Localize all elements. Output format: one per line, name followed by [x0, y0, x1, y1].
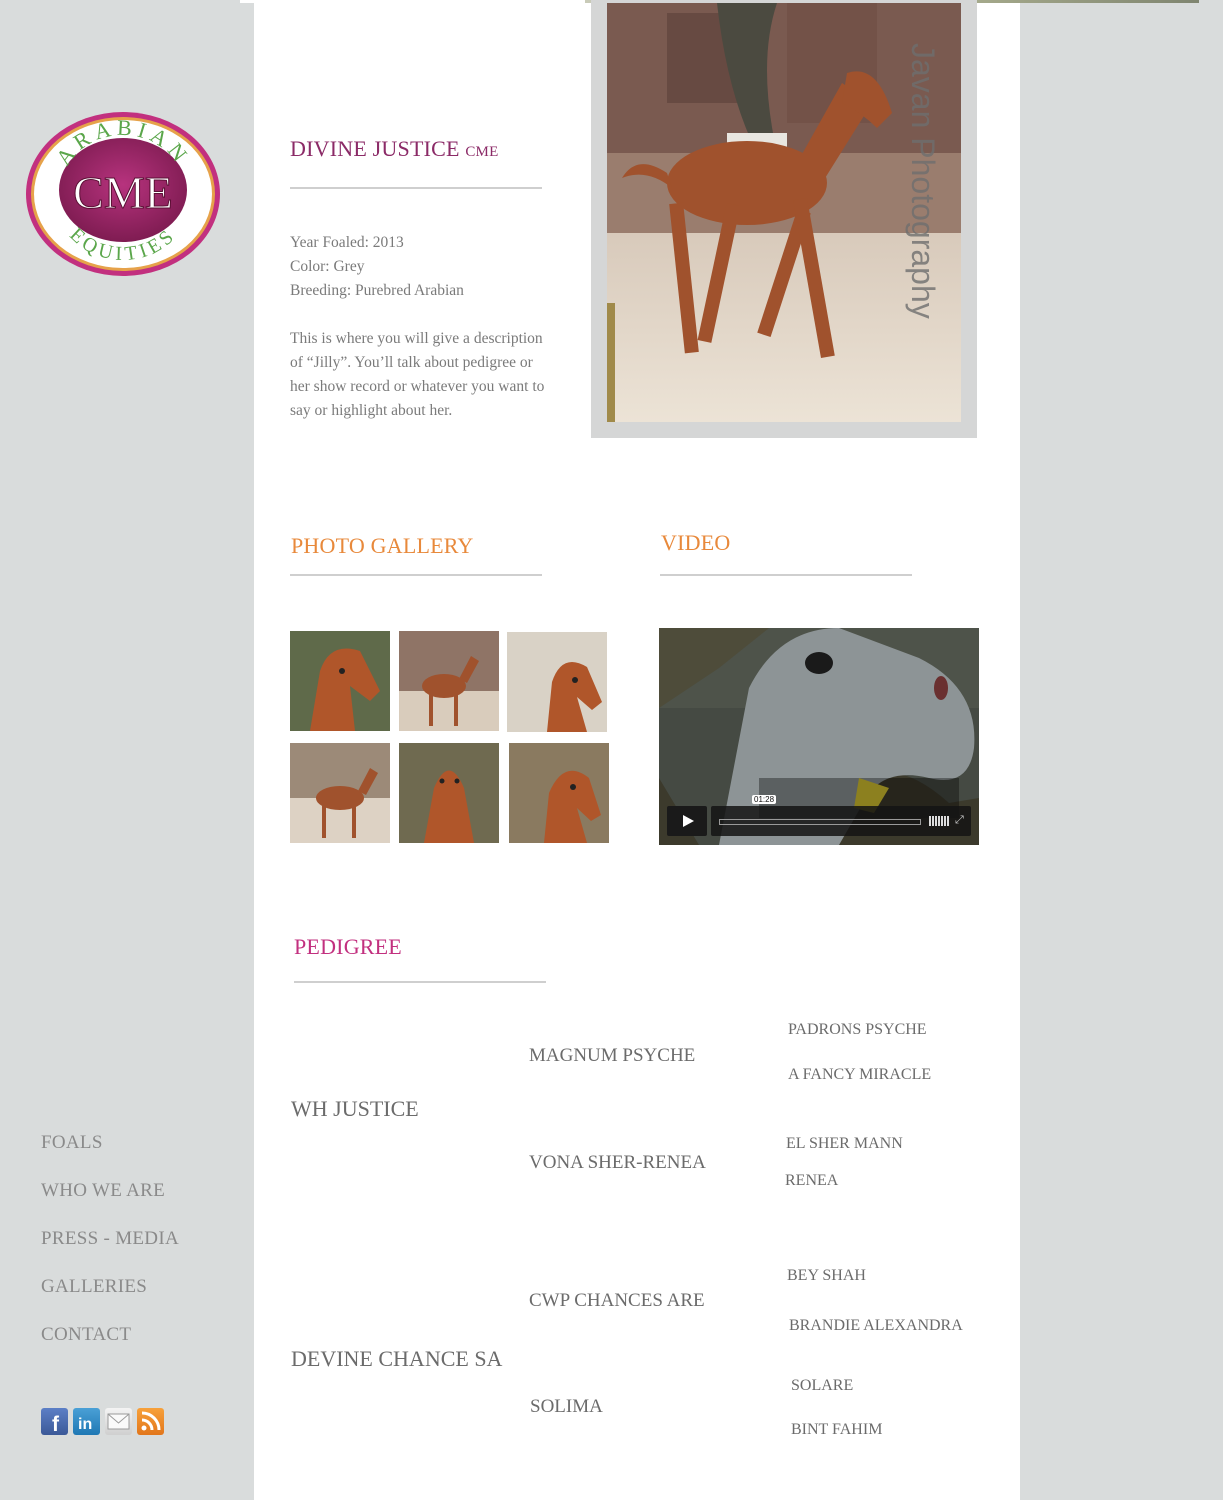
- pedigree-sd-dam: RENEA: [785, 1172, 839, 1189]
- horse-name: DIVINE JUSTICE: [290, 136, 460, 161]
- video-heading: VIDEO: [661, 530, 731, 555]
- svg-text:in: in: [78, 1416, 92, 1433]
- title-divider: [290, 187, 542, 189]
- horse-description: This is where you will give a descriptio…: [290, 330, 545, 419]
- horse-name-heading: DIVINE JUSTICE CME: [290, 136, 498, 162]
- gallery-thumb-3[interactable]: [507, 632, 607, 732]
- photo-gallery-heading: PHOTO GALLERY: [291, 533, 474, 558]
- pedigree-heading: PEDIGREE: [294, 934, 402, 959]
- gallery-thumb-4[interactable]: [290, 743, 390, 843]
- pedigree-sire: WH JUSTICE: [291, 1096, 419, 1121]
- logo-center-text: CME: [73, 167, 173, 218]
- cme-logo[interactable]: ARABIAN EQUITIES CME: [24, 108, 222, 278]
- nav-press-media[interactable]: PRESS - MEDIA: [41, 1228, 179, 1250]
- rss-icon[interactable]: [137, 1408, 164, 1435]
- pedigree-divider: [294, 981, 546, 983]
- gallery-thumb-6[interactable]: [509, 743, 609, 843]
- fullscreen-icon[interactable]: ⤢: [955, 814, 967, 826]
- pedigree-sire-dam: VONA SHER-RENEA: [529, 1152, 706, 1173]
- photo-watermark: Javan Photography: [905, 43, 941, 319]
- horse-suffix: CME: [465, 144, 499, 160]
- pedigree-ss-sire: PADRONS PSYCHE: [788, 1021, 927, 1038]
- video-time: 01:28: [752, 795, 777, 804]
- linkedin-icon[interactable]: in: [73, 1408, 100, 1435]
- pedigree-dam-dam: SOLIMA: [530, 1396, 603, 1417]
- pedigree-dam-sire: CWP CHANCES ARE: [529, 1290, 705, 1311]
- gallery-thumb-2[interactable]: [399, 631, 499, 731]
- volume-icon[interactable]: [929, 816, 949, 826]
- horse-color: Color: Grey: [290, 258, 365, 275]
- pedigree-dd-sire: SOLARE: [791, 1377, 854, 1394]
- pedigree-ss-dam: A FANCY MIRACLE: [788, 1066, 932, 1083]
- facebook-icon[interactable]: f: [41, 1408, 68, 1436]
- play-button[interactable]: [667, 806, 707, 836]
- horse-breeding: Breeding: Purebred Arabian: [290, 282, 464, 299]
- email-icon[interactable]: [105, 1408, 132, 1435]
- video-divider: [660, 574, 912, 576]
- pedigree-ds-sire: BEY SHAH: [787, 1267, 866, 1284]
- gallery-thumb-5[interactable]: [399, 743, 499, 843]
- gallery-divider: [290, 574, 542, 576]
- video-controls: 01:28 ⤢: [667, 795, 971, 836]
- horse-info: Year Foaled: 2013 Color: Grey Breeding: …: [290, 231, 552, 303]
- top-strip: [240, 0, 585, 3]
- nav-foals[interactable]: FOALS: [41, 1132, 103, 1154]
- video-control-bar: 01:28 ⤢: [711, 795, 971, 836]
- year-foaled: Year Foaled: 2013: [290, 234, 404, 251]
- nav-galleries[interactable]: GALLERIES: [41, 1276, 147, 1298]
- gallery-thumb-1[interactable]: [290, 631, 390, 731]
- svg-text:f: f: [52, 1413, 60, 1435]
- pedigree-ds-dam: BRANDIE ALEXANDRA: [789, 1317, 963, 1334]
- pedigree-sire-sire: MAGNUM PSYCHE: [529, 1045, 696, 1066]
- pedigree-sd-sire: EL SHER MANN: [786, 1135, 903, 1152]
- nav-who-we-are[interactable]: WHO WE ARE: [41, 1180, 165, 1202]
- pedigree-dd-dam: BINT FAHIM: [791, 1421, 883, 1438]
- nav-contact[interactable]: CONTACT: [41, 1324, 131, 1346]
- pedigree-dam: DEVINE CHANCE SA: [291, 1346, 503, 1371]
- video-player[interactable]: 01:28 ⤢: [659, 628, 979, 845]
- video-seek-bar[interactable]: [719, 819, 921, 825]
- main-photo[interactable]: Javan Photography: [607, 3, 961, 422]
